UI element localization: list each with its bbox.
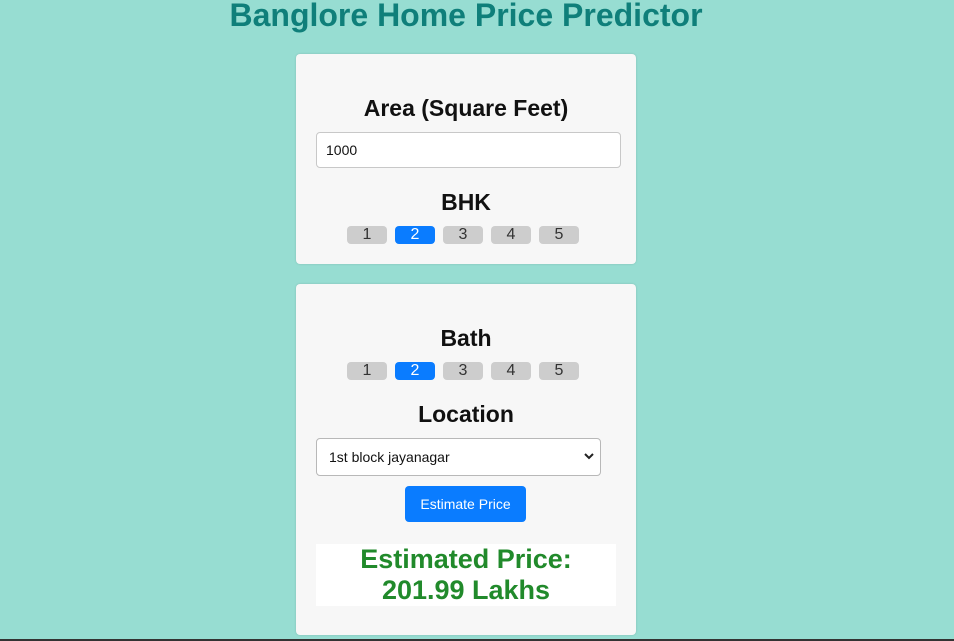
area-input[interactable] bbox=[316, 132, 621, 168]
bhk-option-1[interactable]: 1 bbox=[347, 226, 387, 244]
bath-location-card: Bath 1 2 3 4 5 Location 1st block jayana… bbox=[296, 284, 636, 635]
bhk-option-2[interactable]: 2 bbox=[395, 226, 435, 244]
location-heading: Location bbox=[418, 401, 514, 427]
area-bhk-card: Area (Square Feet) BHK 1 2 3 4 5 bbox=[296, 54, 636, 264]
bath-option-2[interactable]: 2 bbox=[395, 362, 435, 380]
page-title: Banglore Home Price Predictor bbox=[229, 0, 703, 33]
estimate-price-button[interactable]: Estimate Price bbox=[405, 486, 526, 522]
chevron-down-icon bbox=[584, 439, 594, 489]
result-value: 201.99 Lakhs bbox=[381, 575, 551, 605]
bath-options: 1 2 3 4 5 bbox=[347, 362, 579, 380]
location-select[interactable]: 1st block jayanagar bbox=[316, 438, 601, 476]
result-box: Estimated Price: 201.99 Lakhs bbox=[316, 544, 616, 606]
bath-option-5[interactable]: 5 bbox=[539, 362, 579, 380]
result-label: Estimated Price: bbox=[360, 544, 572, 574]
area-heading: Area (Square Feet) bbox=[363, 95, 569, 121]
bhk-heading: BHK bbox=[441, 189, 491, 215]
bath-option-1[interactable]: 1 bbox=[347, 362, 387, 380]
bhk-options: 1 2 3 4 5 bbox=[347, 226, 579, 244]
bath-option-3[interactable]: 3 bbox=[443, 362, 483, 380]
bhk-option-4[interactable]: 4 bbox=[491, 226, 531, 244]
bath-heading: Bath bbox=[440, 325, 492, 351]
bhk-option-5[interactable]: 5 bbox=[539, 226, 579, 244]
bhk-option-3[interactable]: 3 bbox=[443, 226, 483, 244]
location-selected-value: 1st block jayanagar bbox=[329, 449, 450, 465]
bath-option-4[interactable]: 4 bbox=[491, 362, 531, 380]
